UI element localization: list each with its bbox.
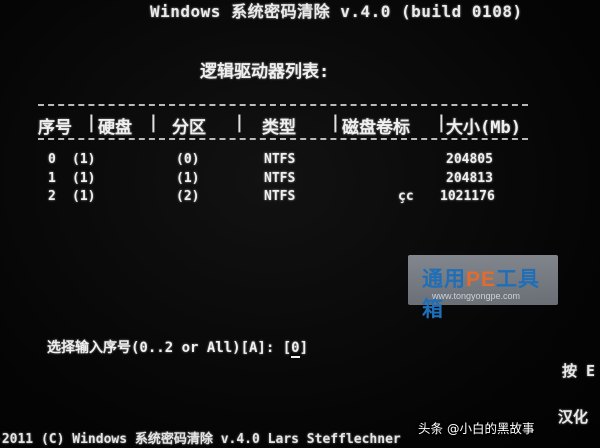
- key-hint-text: 按 E: [562, 362, 596, 380]
- author-credit-overlay: 头条 @小白的黑故事: [418, 421, 535, 436]
- prompt-close: ]: [299, 340, 309, 356]
- row-size: 1021176: [440, 189, 495, 204]
- prompt-text: 选择输入序号(0..2 or All)[A]: [: [47, 340, 292, 356]
- column-header-volume-label: 磁盘卷标: [342, 118, 410, 138]
- app-title: Windows 系统密码清除 v.4.0 (build 0108): [150, 2, 523, 21]
- watermark-url: www.tongyongpe.com: [432, 291, 521, 301]
- row-index: 2: [48, 189, 56, 204]
- selection-prompt: 选择输入序号(0..2 or All)[A]: [0]: [47, 337, 308, 358]
- column-separator: |: [330, 112, 341, 133]
- row-disk: (1): [72, 189, 96, 204]
- table-top-rule: [38, 104, 528, 106]
- row-disk: (1): [72, 171, 96, 186]
- column-header-type: 类型: [262, 118, 296, 138]
- row-size: 204813: [446, 171, 493, 186]
- row-volume-label: çc: [398, 189, 414, 204]
- row-size: 204805: [446, 152, 493, 167]
- table-header-rule: [38, 138, 528, 140]
- row-index: 1: [48, 171, 56, 186]
- drive-list-heading: 逻辑驱动器列表:: [200, 62, 330, 82]
- column-header-disk: 硬盘: [98, 118, 132, 138]
- column-separator: |: [234, 112, 245, 133]
- column-separator: |: [86, 112, 97, 133]
- copyright-footer: -2011 (C) Windows 系统密码清除 v.4.0 Lars Stef…: [0, 432, 401, 447]
- row-partition: (1): [176, 171, 200, 186]
- localization-text: 汉化: [558, 408, 589, 426]
- row-partition: (2): [176, 189, 200, 204]
- row-type: NTFS: [264, 189, 296, 204]
- selection-input[interactable]: 0: [291, 340, 300, 358]
- row-type: NTFS: [264, 171, 296, 186]
- column-header-partition: 分区: [172, 118, 206, 138]
- row-partition: (0): [176, 152, 200, 167]
- row-disk: (1): [72, 152, 96, 167]
- row-index: 0: [48, 152, 56, 167]
- column-separator: |: [148, 112, 159, 133]
- console-screen: Windows 系统密码清除 v.4.0 (build 0108) 逻辑驱动器列…: [0, 0, 600, 448]
- column-header-index: 序号: [38, 118, 72, 138]
- column-header-size: 大小(Mb): [446, 118, 521, 138]
- row-type: NTFS: [264, 152, 296, 167]
- watermark-logo: 通用PE工具箱 www.tongyongpe.com: [408, 255, 558, 321]
